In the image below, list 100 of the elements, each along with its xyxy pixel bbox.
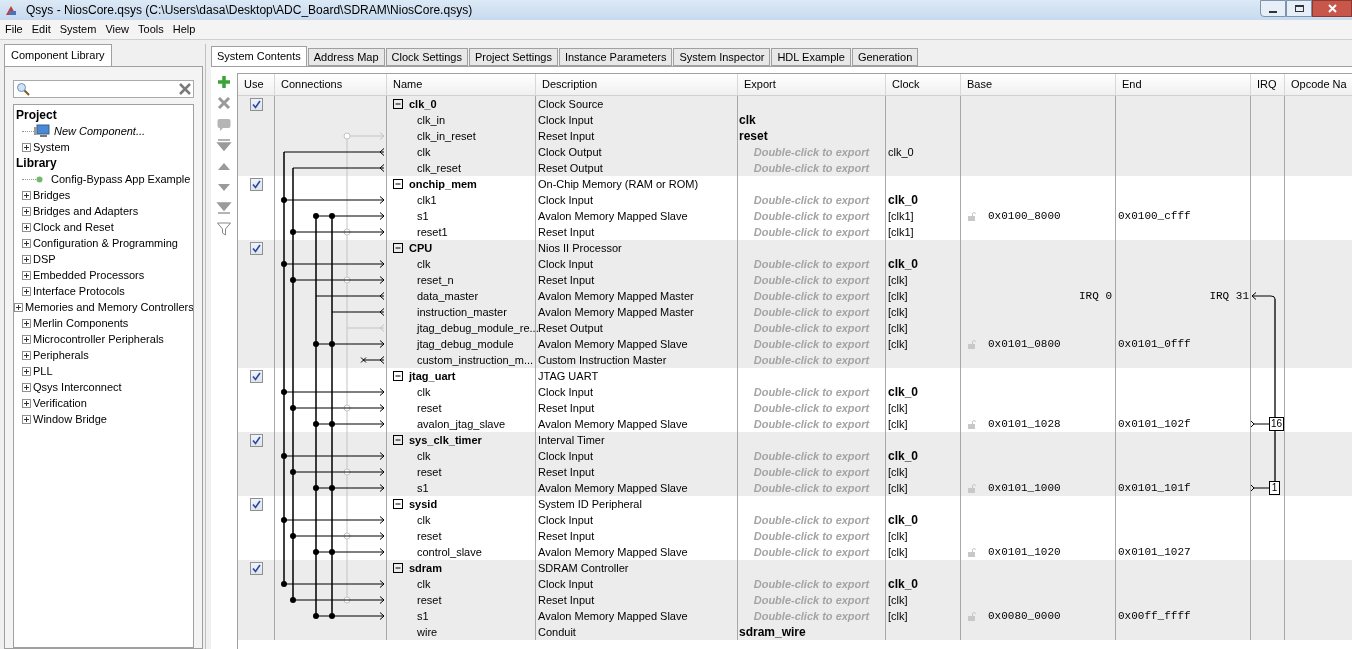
column-header[interactable]: Base: [967, 76, 993, 93]
expand-icon[interactable]: [22, 382, 31, 392]
tree-item[interactable]: Window Bridge: [33, 410, 107, 428]
tree-item[interactable]: Microcontroller Peripherals: [33, 330, 164, 348]
panel-tab[interactable]: Component Library: [4, 44, 112, 66]
collapse-icon[interactable]: [393, 243, 403, 253]
tree-item[interactable]: PLL: [33, 362, 53, 380]
lock-icon: [968, 339, 976, 349]
tree-item[interactable]: Merlin Components: [33, 314, 129, 332]
tree-item[interactable]: DSP: [33, 250, 56, 268]
expand-icon[interactable]: [14, 302, 23, 312]
expand-icon[interactable]: [22, 254, 31, 264]
interface-description: Clock Output: [538, 144, 602, 160]
collapse-icon[interactable]: [393, 499, 403, 509]
interface-description: Avalon Memory Mapped Slave: [538, 608, 688, 624]
irq-number[interactable]: 16: [1269, 417, 1285, 431]
close-button[interactable]: [1312, 0, 1352, 17]
expand-icon[interactable]: [22, 286, 31, 296]
menu-item[interactable]: Edit: [31, 21, 51, 38]
menu-item[interactable]: File: [5, 21, 23, 38]
component-name: sys_clk_timer: [409, 432, 482, 448]
tab[interactable]: Generation: [851, 48, 919, 66]
expand-icon[interactable]: [22, 190, 31, 200]
expand-icon[interactable]: [22, 350, 31, 360]
maximize-button[interactable]: [1286, 0, 1312, 17]
column-header[interactable]: Description: [542, 76, 598, 93]
expand-icon[interactable]: [22, 222, 31, 232]
collapse-icon[interactable]: [393, 435, 403, 445]
tab[interactable]: System Inspector: [673, 48, 771, 66]
column-header[interactable]: Use: [244, 76, 264, 93]
column-header[interactable]: Opcode Na: [1291, 76, 1347, 93]
menu-item[interactable]: Help: [172, 21, 196, 38]
use-checkbox[interactable]: [249, 497, 263, 511]
expand-icon[interactable]: [22, 366, 31, 376]
tree-item[interactable]: Bridges and Adapters: [33, 202, 139, 220]
column-header[interactable]: Export: [744, 76, 776, 93]
menu-item[interactable]: Tools: [138, 21, 164, 38]
tab[interactable]: Project Settings: [468, 48, 558, 66]
tab[interactable]: System Contents: [211, 46, 307, 66]
tree-item[interactable]: System: [33, 138, 70, 156]
export-name[interactable]: clk: [739, 111, 756, 129]
use-checkbox[interactable]: [249, 369, 263, 383]
column-header[interactable]: Name: [393, 76, 423, 93]
column-header[interactable]: Clock: [892, 76, 920, 93]
menu-item[interactable]: System: [59, 21, 97, 38]
tree-item[interactable]: Memories and Memory Controllers: [25, 298, 193, 316]
expand-icon[interactable]: [22, 142, 31, 152]
tree-item[interactable]: Interface Protocols: [33, 282, 125, 300]
search-field[interactable]: [13, 80, 194, 98]
tree-item[interactable]: Bridges: [33, 186, 71, 204]
interface-name: reset1: [417, 224, 448, 240]
use-checkbox[interactable]: [249, 177, 263, 191]
clear-icon[interactable]: [179, 83, 191, 95]
collapse-icon[interactable]: [393, 179, 403, 189]
column-header[interactable]: IRQ: [1257, 76, 1277, 93]
tree-item[interactable]: New Component...: [54, 122, 146, 140]
collapse-icon[interactable]: [393, 371, 403, 381]
use-checkbox[interactable]: [249, 433, 263, 447]
expand-icon[interactable]: [22, 414, 31, 424]
move-bottom-icon[interactable]: [216, 200, 232, 216]
expand-icon[interactable]: [22, 270, 31, 280]
search-icon: [16, 82, 30, 96]
component-description: Clock Source: [538, 96, 604, 112]
minimize-button[interactable]: [1260, 0, 1286, 17]
export-name[interactable]: reset: [739, 127, 768, 145]
interface-name: avalon_jtag_slave: [417, 416, 506, 432]
interface-name: clk: [417, 576, 431, 592]
expand-icon[interactable]: [22, 318, 31, 328]
tree-item[interactable]: Configuration & Programming: [33, 234, 178, 252]
clock-value: clk_0: [888, 576, 919, 593]
menu-item[interactable]: View: [105, 21, 130, 38]
interface-description: Avalon Memory Mapped Slave: [538, 480, 688, 496]
tab[interactable]: HDL Example: [771, 48, 851, 66]
expand-icon[interactable]: [22, 206, 31, 216]
export-name[interactable]: sdram_wire: [739, 623, 806, 641]
tree-item[interactable]: Qsys Interconnect: [33, 378, 122, 396]
collapse-icon[interactable]: [393, 99, 403, 109]
column-header[interactable]: Connections: [281, 76, 343, 93]
tree-item[interactable]: Embedded Processors: [33, 266, 145, 284]
expand-icon[interactable]: [22, 334, 31, 344]
ip-dot-icon: [36, 175, 43, 183]
column-header[interactable]: End: [1122, 76, 1142, 93]
use-checkbox[interactable]: [249, 561, 263, 575]
tab[interactable]: Address Map: [307, 48, 385, 66]
filter-icon[interactable]: [216, 221, 232, 237]
irq-number[interactable]: 1: [1269, 481, 1280, 495]
move-top-icon[interactable]: [216, 137, 232, 153]
tab[interactable]: Clock Settings: [385, 48, 468, 66]
add-icon[interactable]: [216, 74, 232, 90]
tree-item[interactable]: Clock and Reset: [33, 218, 114, 236]
tree-item[interactable]: Config-Bypass App Example: [51, 170, 191, 188]
expand-icon[interactable]: [22, 238, 31, 248]
expand-icon[interactable]: [22, 398, 31, 408]
tree-item[interactable]: Peripherals: [33, 346, 89, 364]
use-checkbox[interactable]: [249, 97, 263, 111]
tree-item[interactable]: Verification: [33, 394, 87, 412]
remove-icon[interactable]: [216, 95, 232, 111]
use-checkbox[interactable]: [249, 241, 263, 255]
collapse-icon[interactable]: [393, 563, 403, 573]
tab[interactable]: Instance Parameters: [558, 48, 673, 66]
